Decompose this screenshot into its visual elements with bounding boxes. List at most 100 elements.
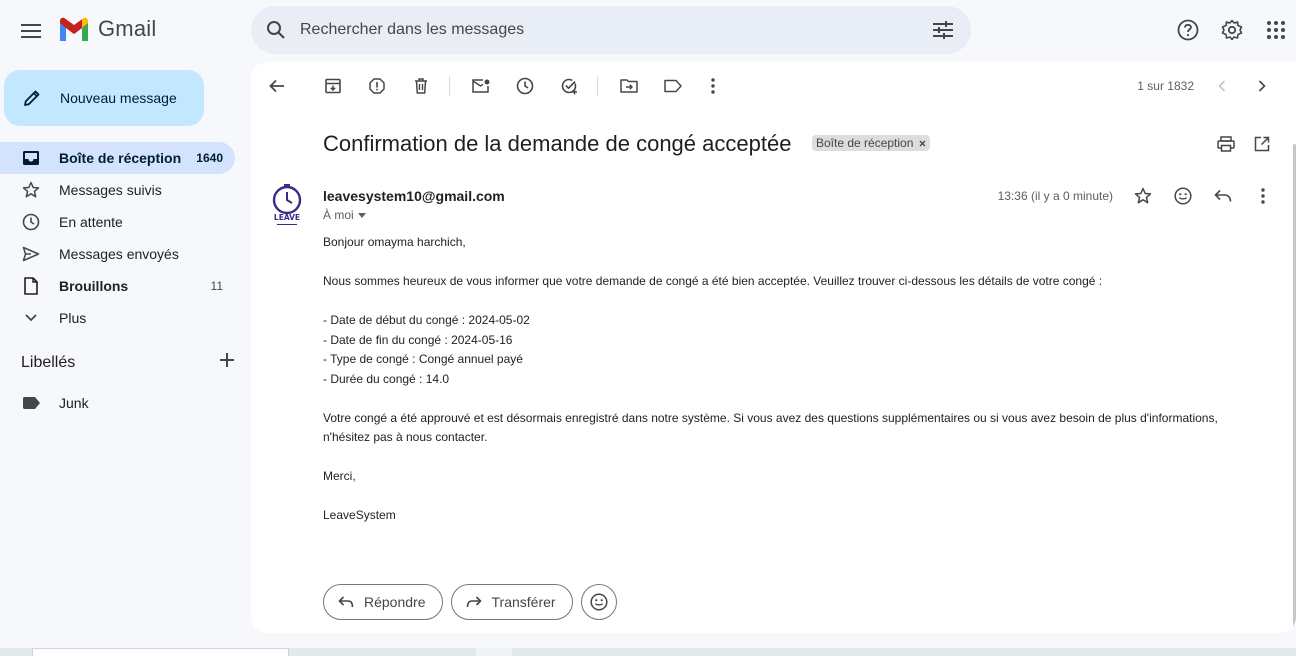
add-to-tasks-button[interactable] <box>549 66 589 106</box>
top-right-actions <box>1164 10 1296 50</box>
message-toolbar: 1 sur 1832 <box>251 62 1296 110</box>
reply-actions: Répondre Transférer <box>323 584 617 620</box>
dropdown-arrow-icon <box>357 212 366 218</box>
chevron-down-icon <box>22 309 40 327</box>
remove-tag-icon[interactable] <box>919 136 926 150</box>
forward-icon <box>466 596 482 608</box>
sidebar-item-starred[interactable]: Messages suivis <box>0 174 235 206</box>
pagination-text: 1 sur 1832 <box>1137 79 1194 93</box>
next-button[interactable] <box>1242 66 1282 106</box>
draft-icon <box>22 277 40 295</box>
recipient-details[interactable]: À moi <box>323 208 366 222</box>
sidebar-item-snoozed[interactable]: En attente <box>0 206 235 238</box>
spam-icon <box>369 78 385 94</box>
reply-icon <box>1214 189 1232 202</box>
add-label-icon[interactable] <box>219 352 235 373</box>
inbox-icon <box>22 149 40 167</box>
gmail-logo[interactable]: Gmail <box>58 16 156 42</box>
back-button[interactable] <box>257 66 297 106</box>
labels-title: Libellés <box>21 353 76 371</box>
arrow-left-icon <box>269 79 284 93</box>
search-icon[interactable] <box>252 6 300 54</box>
drafts-count: 11 <box>210 279 223 293</box>
smiley-icon <box>590 593 608 611</box>
labels-button[interactable] <box>653 66 693 106</box>
recipient-label: À moi <box>323 208 354 222</box>
help-icon[interactable] <box>1168 10 1208 50</box>
reply-pill-button[interactable]: Répondre <box>323 584 443 620</box>
snooze-button[interactable] <box>505 66 545 106</box>
pencil-icon <box>4 88 60 108</box>
sidebar-nav: Boîte de réception 1640 Messages suivis … <box>0 142 251 334</box>
top-bar: Gmail <box>0 0 1296 62</box>
apps-grid-icon[interactable] <box>1256 10 1296 50</box>
bottom-panel-tab[interactable] <box>476 648 512 656</box>
previous-button[interactable] <box>1202 66 1242 106</box>
trash-icon <box>415 78 427 94</box>
reply-label: Répondre <box>364 594 426 610</box>
inbox-tag[interactable]: Boîte de réception <box>812 135 931 151</box>
label-item-junk[interactable]: Junk <box>22 394 89 412</box>
message-more-button[interactable] <box>1243 176 1283 216</box>
reply-icon <box>338 596 354 608</box>
sidebar-item-label: Brouillons <box>59 278 129 294</box>
folder-move-icon <box>620 79 638 93</box>
report-spam-button[interactable] <box>357 66 397 106</box>
mark-unread-button[interactable] <box>461 66 501 106</box>
sidebar-item-more[interactable]: Plus <box>0 302 235 334</box>
sidebar-item-sent[interactable]: Messages envoyés <box>0 238 235 270</box>
clock-icon <box>22 213 40 231</box>
compose-label: Nouveau message <box>60 90 177 106</box>
detail-line: - Date de début du congé : 2024-05-02 <box>323 313 530 327</box>
more-vert-icon <box>1261 188 1265 204</box>
reply-button[interactable] <box>1203 176 1243 216</box>
chevron-left-icon <box>1218 80 1226 92</box>
smiley-icon <box>1174 187 1192 205</box>
sidebar-item-inbox[interactable]: Boîte de réception 1640 <box>0 142 235 174</box>
print-button[interactable] <box>1206 124 1246 164</box>
forward-label: Transférer <box>491 594 556 610</box>
sidebar-item-drafts[interactable]: Brouillons 11 <box>0 270 235 302</box>
gmail-m-icon <box>60 17 88 41</box>
detail-line: - Date de fin du congé : 2024-05-16 <box>323 332 513 347</box>
star-button[interactable] <box>1123 176 1163 216</box>
star-icon <box>22 181 40 199</box>
thanks-line: Merci, <box>323 469 356 483</box>
settings-icon[interactable] <box>1212 10 1252 50</box>
emoji-react-pill-button[interactable] <box>580 584 617 620</box>
main-menu-button[interactable] <box>14 14 48 48</box>
toolbar-divider <box>449 76 450 96</box>
tag-label: Boîte de réception <box>816 136 914 150</box>
emoji-reaction-button[interactable] <box>1163 176 1203 216</box>
forward-pill-button[interactable]: Transférer <box>450 584 573 620</box>
outro-paragraph: Votre congé a été approuvé et est désorm… <box>323 410 1218 445</box>
label-name: Junk <box>59 395 89 411</box>
archive-button[interactable] <box>313 66 353 106</box>
bottom-panel-tab[interactable] <box>32 648 289 656</box>
more-actions-button[interactable] <box>693 66 733 106</box>
clock-icon <box>516 77 534 95</box>
label-icon <box>664 79 682 93</box>
delete-button[interactable] <box>401 66 441 106</box>
sidebar-item-label: En attente <box>59 214 123 230</box>
avatar-text: LEAVE <box>274 213 300 222</box>
sender-email[interactable]: leavesystem10@gmail.com <box>323 188 505 204</box>
mail-unread-icon <box>472 79 490 93</box>
move-to-button[interactable] <box>609 66 649 106</box>
menu-icon <box>21 24 41 38</box>
labels-header: Libellés <box>21 352 235 373</box>
message-time: 13:36 (il y a 0 minute) <box>997 189 1113 203</box>
signature: LeaveSystem <box>323 508 396 522</box>
search-input[interactable] <box>300 21 923 39</box>
search-options-icon[interactable] <box>923 10 963 50</box>
search-bar[interactable] <box>251 6 971 54</box>
sender-avatar[interactable]: LEAVE <box>267 184 307 228</box>
sidebar-item-label: Plus <box>59 310 87 326</box>
label-icon <box>22 394 40 412</box>
detail-line: - Durée du congé : 14.0 <box>323 371 450 386</box>
chevron-right-icon <box>1258 80 1266 92</box>
add-task-icon <box>561 78 577 95</box>
sidebar-item-label: Boîte de réception <box>59 150 182 166</box>
compose-button[interactable]: Nouveau message <box>4 70 204 126</box>
open-new-window-button[interactable] <box>1242 124 1282 164</box>
